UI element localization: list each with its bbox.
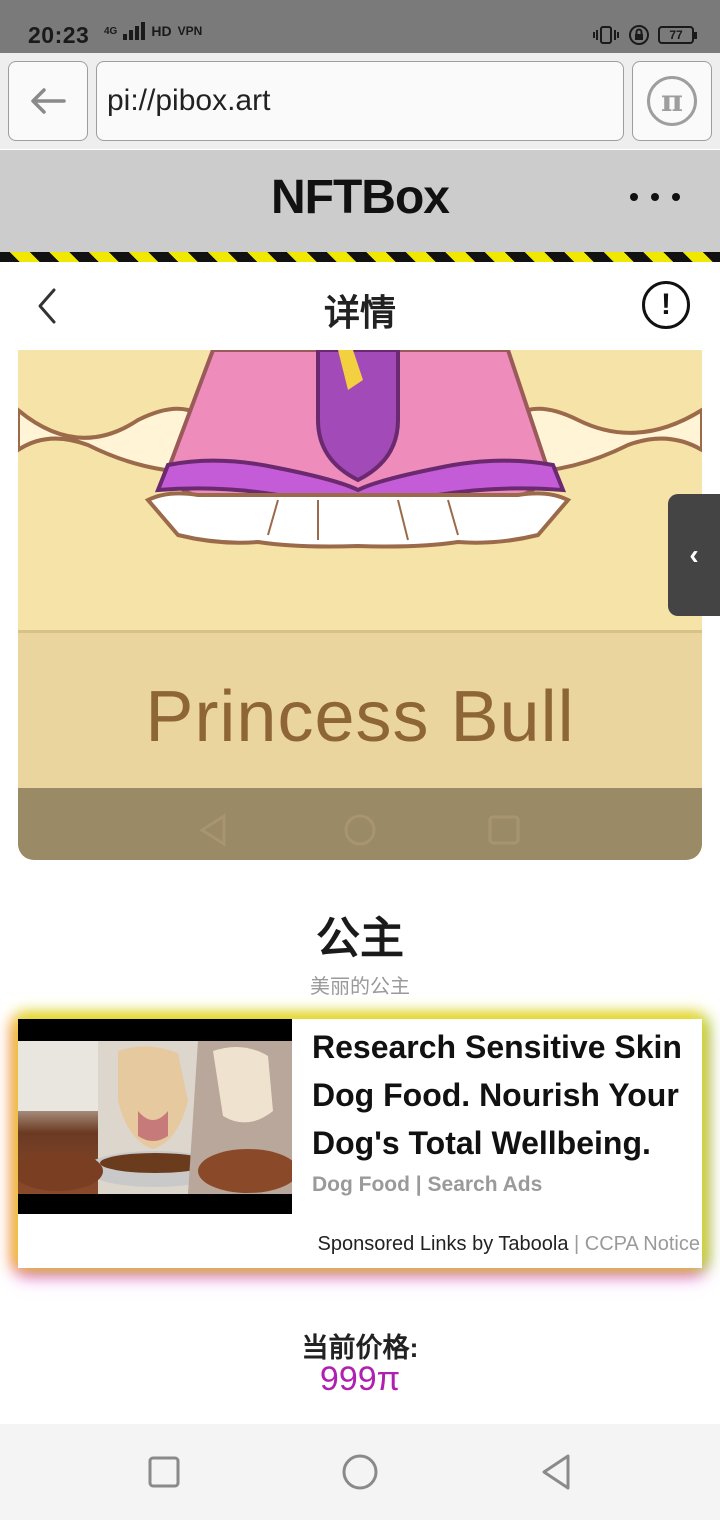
signal-icon xyxy=(123,22,146,40)
home-icon[interactable] xyxy=(340,1452,380,1492)
url-field[interactable]: pi://pibox.art xyxy=(96,61,624,141)
system-nav-bar xyxy=(0,1424,720,1520)
info-button[interactable]: ! xyxy=(642,281,690,329)
status-left-icons: 4G HD VPN xyxy=(104,22,202,40)
back-triangle-icon[interactable] xyxy=(538,1452,574,1492)
dog-illustration xyxy=(18,1041,292,1194)
more-dots-icon xyxy=(630,193,638,201)
princess-illustration xyxy=(18,350,702,549)
app-header: NFTBox xyxy=(0,150,720,252)
browser-back-button[interactable] xyxy=(8,61,88,141)
vpn-label: VPN xyxy=(177,24,203,38)
status-bar: 20:23 4G HD VPN 77 xyxy=(0,0,720,53)
price-value: 999π xyxy=(319,1360,401,1398)
hd-label: HD xyxy=(151,23,172,39)
chevron-left-small-icon: ‹ xyxy=(689,539,699,570)
vibrate-icon xyxy=(593,26,619,44)
nft-description: 美丽的公主 xyxy=(310,976,410,998)
nft-image-caption: Princess Bull xyxy=(145,677,575,757)
rotation-lock-icon xyxy=(629,25,649,45)
info-icon: ! xyxy=(661,288,671,321)
more-dots-icon xyxy=(651,193,659,201)
ad-image[interactable] xyxy=(18,1019,292,1214)
sponsored-ad[interactable]: Research Sensitive Skin Dog Food. Nouris… xyxy=(18,1019,702,1268)
nft-image[interactable]: Princess Bull xyxy=(18,350,702,860)
ad-headline[interactable]: Research Sensitive Skin Dog Food. Nouris… xyxy=(312,1023,704,1167)
ad-source: Dog Food | Search Ads xyxy=(312,1173,543,1196)
page-header: 详情 ! xyxy=(0,262,720,350)
sponsor-link[interactable]: Sponsored Links by Taboola xyxy=(318,1233,569,1255)
ccpa-notice-link[interactable]: CCPA Notice xyxy=(585,1233,700,1255)
nft-name: 公主 xyxy=(316,914,404,963)
app-title: NFTBox xyxy=(271,171,450,224)
status-right-icons: 77 xyxy=(592,24,697,46)
status-time: 20:23 xyxy=(28,22,90,48)
pi-browser-button[interactable]: π xyxy=(632,61,712,141)
network-type-label: 4G xyxy=(104,25,118,37)
page-title: 详情 xyxy=(323,292,396,333)
arrow-left-icon xyxy=(31,88,66,114)
side-drawer-handle[interactable]: ‹ xyxy=(668,494,720,616)
pi-logo-icon: π xyxy=(647,76,697,126)
browser-bar: pi://pibox.art π xyxy=(0,53,720,149)
ghost-nav-icons xyxy=(199,813,520,847)
more-dots-icon xyxy=(672,193,680,201)
more-options-button[interactable] xyxy=(630,185,680,209)
recent-apps-icon[interactable] xyxy=(146,1452,182,1492)
ad-separator: | xyxy=(568,1233,585,1255)
hazard-stripe-divider xyxy=(0,252,720,262)
ad-footer: Sponsored Links by Taboola | CCPA Notice xyxy=(318,1233,700,1256)
dog-food-photo xyxy=(18,1041,292,1194)
battery-indicator: 77 xyxy=(658,26,697,44)
